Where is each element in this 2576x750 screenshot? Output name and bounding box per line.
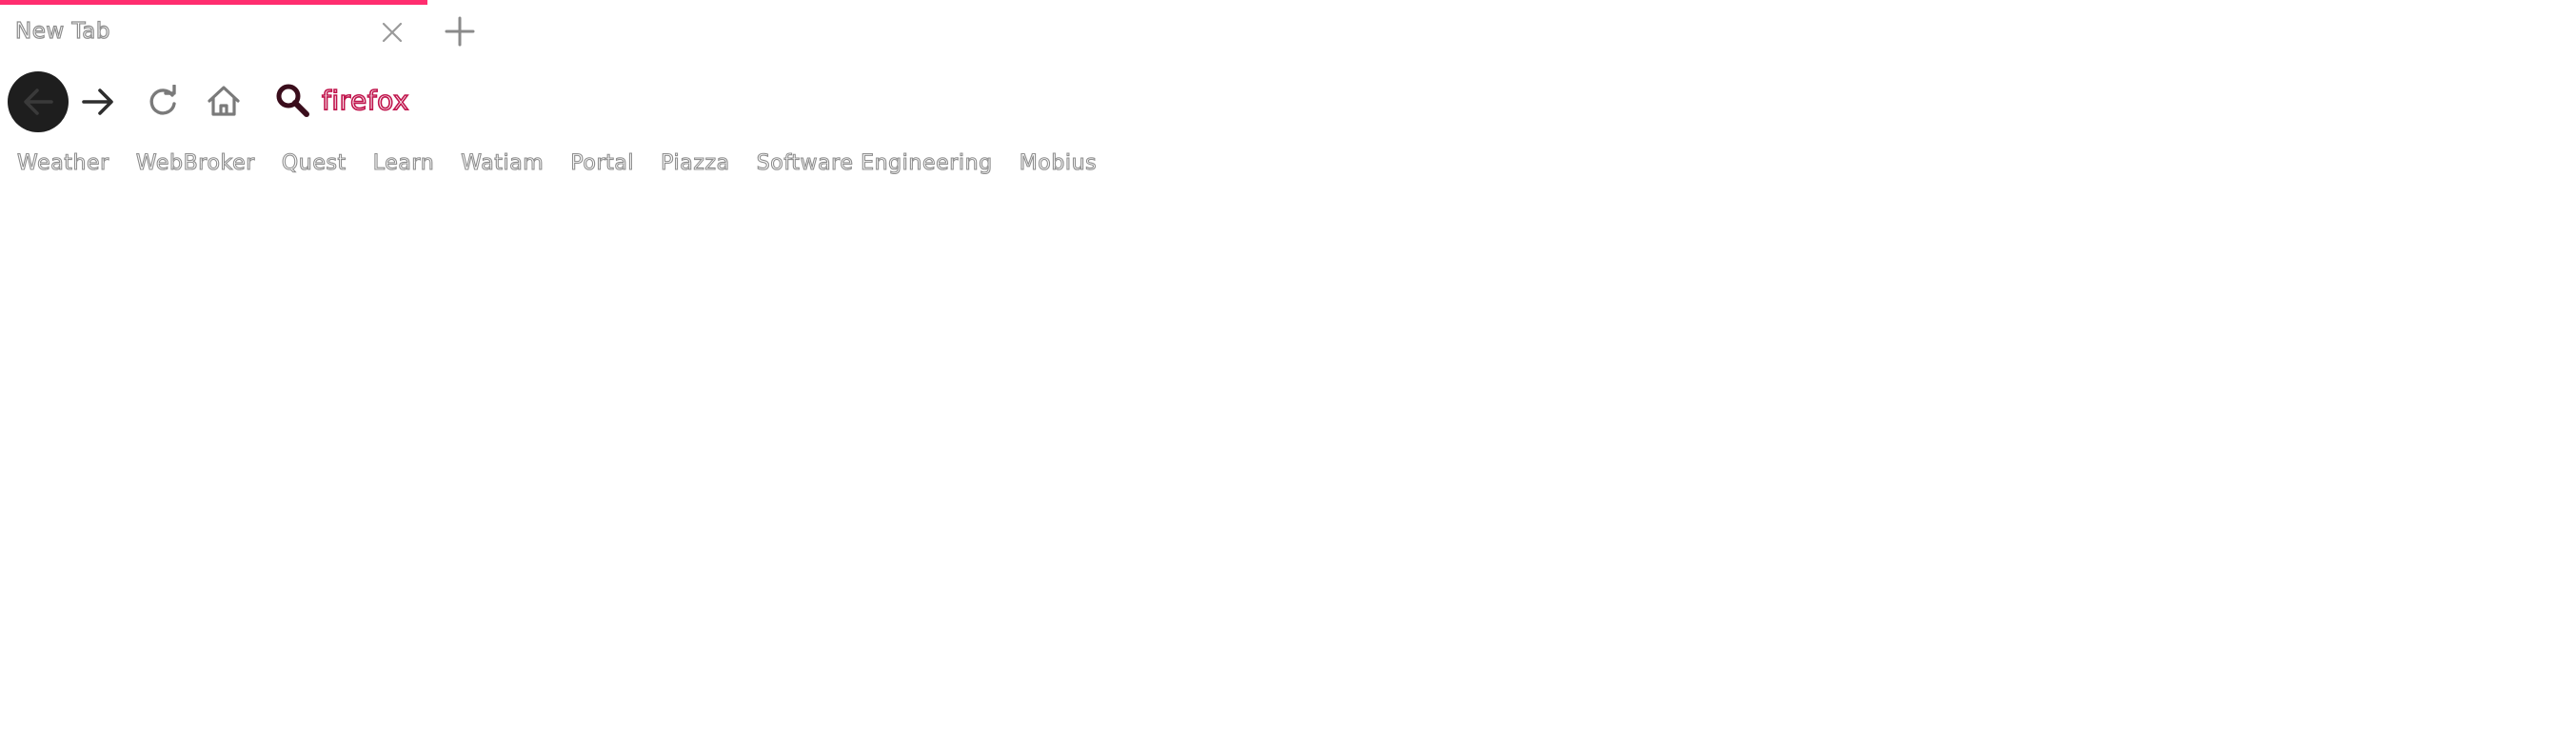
bookmarks-bar: Weather WebBroker Quest Learn Watiam Por… [13, 150, 1100, 177]
bookmark-webbroker[interactable]: WebBroker [132, 150, 259, 177]
forward-button[interactable] [80, 85, 116, 119]
search-icon [276, 84, 309, 117]
browser-window: New Tab firefox Weather WebBroker Quest … [0, 0, 2576, 750]
bookmark-learn[interactable]: Learn [369, 150, 439, 177]
home-button[interactable] [206, 83, 242, 119]
reload-icon [149, 84, 176, 115]
tab-new-tab[interactable]: New Tab [0, 0, 427, 61]
bookmark-piazza[interactable]: Piazza [657, 150, 734, 177]
bookmark-quest[interactable]: Quest [278, 150, 350, 177]
active-tab-indicator [0, 0, 427, 5]
close-icon[interactable] [379, 19, 406, 46]
arrow-right-icon [82, 89, 113, 115]
bookmark-portal[interactable]: Portal [566, 150, 638, 177]
bookmark-watiam[interactable]: Watiam [457, 150, 547, 177]
bookmark-software-engineering[interactable]: Software Engineering [753, 150, 997, 177]
reload-button[interactable] [146, 84, 180, 119]
bookmark-mobius[interactable]: Mobius [1016, 150, 1101, 177]
url-input[interactable]: firefox [321, 84, 409, 117]
bookmark-weather[interactable]: Weather [13, 150, 113, 177]
url-bar[interactable]: firefox [272, 80, 615, 122]
plus-icon[interactable] [444, 15, 476, 48]
tab-title: New Tab [14, 18, 110, 44]
arrow-left-icon [24, 89, 53, 115]
back-button[interactable] [8, 71, 69, 132]
home-icon [208, 86, 240, 116]
